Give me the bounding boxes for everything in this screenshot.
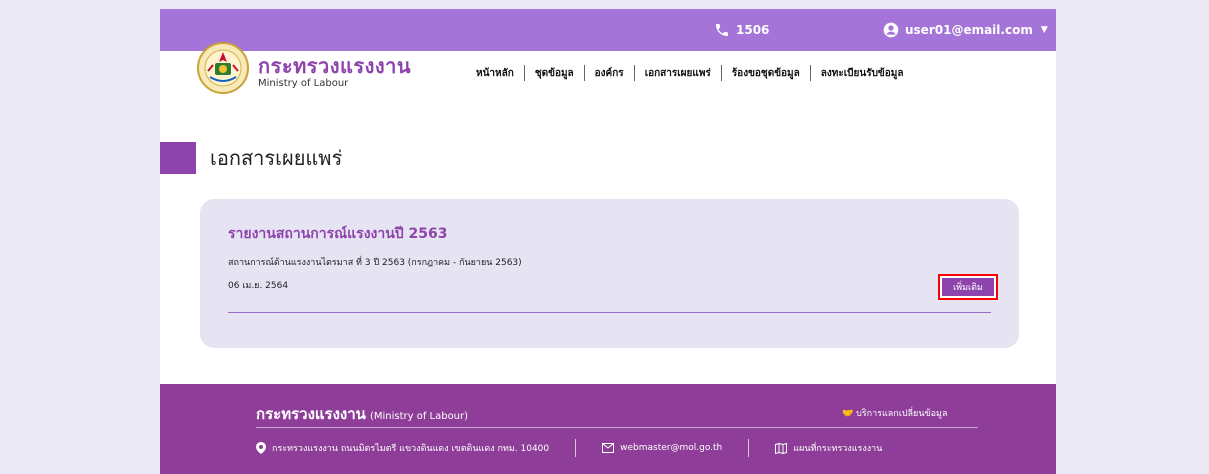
top-bar: 1506 user01@email.com ▼: [160, 9, 1056, 51]
user-circle-icon: [883, 22, 899, 38]
page-title-section: เอกสารเผยแพร่: [160, 142, 342, 174]
footer-address: กระทรวงแรงงาน ถนนมิตรไมตรี แขวงดินแดง เข…: [256, 441, 549, 455]
site-footer: กระทรวงแรงงาน (Ministry of Labour) 🤝 บริก…: [160, 384, 1056, 474]
highlight-box: เพิ่มเติม: [938, 274, 998, 300]
card-divider: [228, 312, 991, 313]
hotline-number: 1506: [736, 23, 770, 37]
footer-brand-th: กระทรวงแรงงาน: [256, 405, 366, 423]
nav-publications[interactable]: เอกสารเผยแพร่: [635, 66, 721, 81]
nav-register[interactable]: ลงทะเบียนรับข้อมูล: [811, 66, 914, 81]
map-pin-icon: [256, 442, 266, 454]
footer-separator: [575, 439, 577, 457]
footer-divider: [256, 427, 978, 428]
more-button[interactable]: เพิ่มเติม: [942, 278, 994, 296]
brand-name-en: Ministry of Labour: [258, 78, 349, 89]
publication-description: สถานการณ์ด้านแรงงานไตรมาส ที่ 3 ปี 2563 …: [228, 258, 522, 268]
ministry-seal-logo[interactable]: [196, 41, 250, 95]
email-text: webmaster@mol.go.th: [620, 443, 723, 453]
title-accent-bar: [160, 142, 196, 174]
map-icon: [775, 442, 788, 454]
address-text: กระทรวงแรงงาน ถนนมิตรไมตรี แขวงดินแดง เข…: [272, 444, 550, 454]
footer-map-link[interactable]: แผนที่กระทรวงแรงงาน: [775, 441, 882, 455]
map-text: แผนที่กระทรวงแรงงาน: [793, 444, 883, 454]
chevron-down-icon: ▼: [1040, 25, 1048, 35]
footer-separator: [748, 439, 750, 457]
site-header: กระทรวงแรงงาน Ministry of Labour หน้าหลั…: [160, 42, 1056, 109]
data-exchange-label: บริการแลกเปลี่ยนข้อมูล: [856, 409, 948, 419]
handshake-icon: 🤝: [842, 409, 854, 419]
publication-card: รายงานสถานการณ์แรงงานปี 2563 สถานการณ์ด้…: [200, 199, 1019, 348]
brand-name-th: กระทรวงแรงงาน: [258, 54, 412, 78]
footer-brand: กระทรวงแรงงาน (Ministry of Labour): [256, 402, 468, 426]
footer-brand-en: (Ministry of Labour): [369, 411, 469, 422]
brand[interactable]: กระทรวงแรงงาน Ministry of Labour: [258, 55, 411, 91]
user-menu[interactable]: user01@email.com ▼: [883, 9, 1048, 51]
page-title: เอกสารเผยแพร่: [210, 146, 343, 170]
phone-icon: [716, 24, 728, 36]
nav-request-data[interactable]: ร้องขอชุดข้อมูล: [722, 66, 810, 81]
user-email: user01@email.com: [905, 23, 1033, 37]
nav-datasets[interactable]: ชุดข้อมูล: [525, 66, 584, 81]
hotline[interactable]: 1506: [714, 9, 769, 51]
main-nav: หน้าหลัก ชุดข้อมูล องค์กร เอกสารเผยแพร่ …: [466, 65, 913, 81]
publication-title[interactable]: รายงานสถานการณ์แรงงานปี 2563: [228, 223, 448, 245]
footer-contact-row: กระทรวงแรงงาน ถนนมิตรไมตรี แขวงดินแดง เข…: [256, 439, 978, 457]
data-exchange-link[interactable]: 🤝 บริการแลกเปลี่ยนข้อมูล: [842, 406, 947, 420]
envelope-icon: [602, 443, 615, 453]
nav-home[interactable]: หน้าหลัก: [466, 66, 524, 81]
page-frame: 1506 user01@email.com ▼ กระทรวงแรงงาน Mi…: [160, 9, 1056, 474]
nav-organizations[interactable]: องค์กร: [585, 66, 634, 81]
publication-date: 06 เม.ย. 2564: [228, 281, 289, 291]
footer-email[interactable]: webmaster@mol.go.th: [602, 443, 722, 453]
